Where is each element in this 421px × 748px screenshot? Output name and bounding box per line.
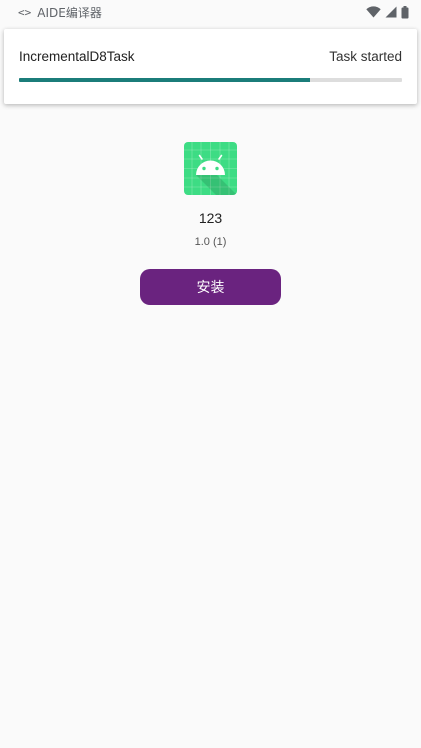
progress-bar — [19, 78, 402, 82]
app-version: 1.0 (1) — [194, 236, 227, 248]
task-status: Task started — [329, 49, 402, 64]
status-bar: <> AIDE编译器 — [0, 0, 421, 24]
task-name: IncrementalD8Task — [19, 49, 135, 64]
app-title: 123 — [198, 210, 223, 226]
progress-bar-fill — [19, 78, 311, 82]
code-icon: <> — [18, 5, 32, 19]
task-progress-card: IncrementalD8Task Task started — [4, 29, 417, 104]
android-robot-icon — [184, 142, 237, 195]
wifi-icon — [366, 6, 381, 18]
install-button[interactable]: 安装 — [140, 269, 281, 305]
status-bar-app-name: AIDE编译器 — [37, 5, 102, 20]
battery-icon — [401, 5, 409, 19]
status-icons — [366, 5, 409, 19]
app-icon — [184, 142, 237, 195]
signal-icon — [385, 6, 397, 18]
